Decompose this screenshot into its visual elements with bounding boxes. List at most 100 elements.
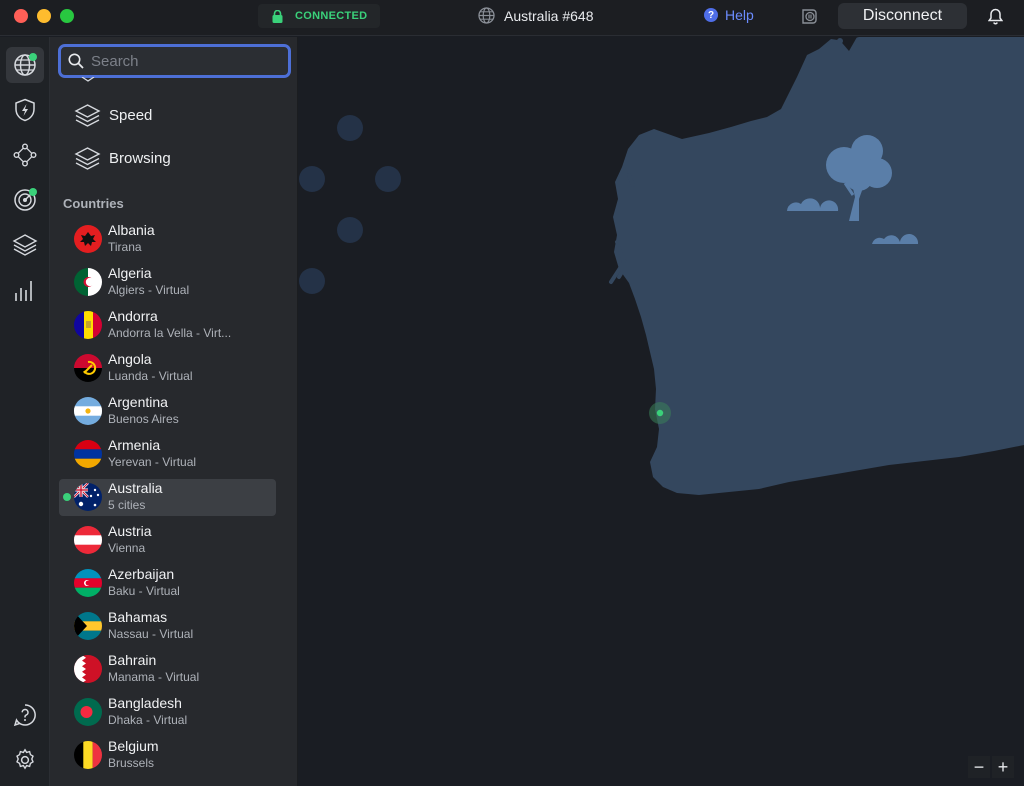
connected-server-pin[interactable] — [656, 409, 664, 417]
country-argentina[interactable]: Argentina Buenos Aires — [59, 393, 276, 430]
country-andorra[interactable]: Andorra Andorra la Vella - Virt... — [59, 307, 276, 344]
help-label: Help — [725, 7, 754, 23]
map-server-dot[interactable] — [375, 166, 401, 192]
lock-icon — [272, 9, 283, 23]
map-server-dot[interactable] — [337, 115, 363, 141]
category-browsing[interactable]: Browsing — [74, 146, 171, 171]
scrolled-item-icon — [81, 77, 95, 82]
question-circle-icon — [13, 704, 36, 727]
countries-section-title: Countries — [63, 196, 124, 211]
rail-statistics[interactable] — [6, 273, 44, 309]
country-subtitle: 5 cities — [108, 498, 146, 512]
map-canvas — [299, 37, 1024, 495]
country-bahamas[interactable]: Bahamas Nassau - Virtual — [59, 608, 276, 645]
zoom-controls: − + — [968, 756, 1014, 778]
country-azerbaijan[interactable]: Azerbaijan Baku - Virtual — [59, 565, 276, 602]
rail-vpn[interactable] — [6, 47, 44, 83]
map-server-dot[interactable] — [299, 166, 325, 192]
country-subtitle: Baku - Virtual — [108, 584, 180, 598]
rail-help[interactable] — [6, 697, 44, 733]
country-name: Andorra — [108, 308, 158, 324]
albania-flag-icon — [74, 225, 102, 253]
rail-threat-protection[interactable] — [6, 92, 44, 128]
country-belgium[interactable]: Belgium Brussels — [59, 737, 276, 774]
rail-specialty-servers[interactable] — [6, 227, 44, 263]
meshnet-icon — [13, 143, 37, 167]
connection-status-text: CONNECTED — [295, 10, 368, 22]
rail-dark-web-monitor[interactable] — [6, 182, 44, 218]
country-name: Bahamas — [108, 609, 168, 625]
country-australia[interactable]: Australia 5 cities — [59, 479, 276, 516]
algeria-flag-icon — [74, 268, 102, 296]
country-subtitle: Luanda - Virtual — [108, 369, 193, 383]
bahamas-flag-icon — [74, 612, 102, 640]
bar-chart-icon — [15, 281, 32, 301]
disconnect-button[interactable]: Disconnect — [838, 3, 967, 29]
armenia-flag-icon — [74, 440, 102, 468]
bahrain-flag-icon — [74, 655, 102, 683]
zoom-in-button[interactable]: + — [992, 756, 1014, 778]
map-server-dot[interactable] — [337, 217, 363, 243]
australia-flag-icon — [74, 483, 102, 511]
country-name: Armenia — [108, 437, 161, 453]
country-subtitle: Manama - Virtual — [108, 670, 200, 684]
country-subtitle: Yerevan - Virtual — [108, 455, 197, 469]
map-server-dot[interactable] — [299, 268, 325, 294]
layers-icon — [74, 147, 101, 170]
andorra-flag-icon — [74, 311, 102, 339]
country-subtitle: Buenos Aires — [108, 412, 179, 426]
country-austria[interactable]: Austria Vienna — [59, 522, 276, 559]
bangladesh-flag-icon — [74, 698, 102, 726]
window-minimize-button[interactable] — [37, 9, 51, 23]
country-name: Belgium — [108, 738, 159, 754]
country-name: Albania — [108, 222, 155, 238]
country-bangladesh[interactable]: Bangladesh Dhaka - Virtual — [59, 694, 276, 731]
argentina-flag-icon — [74, 397, 102, 425]
gear-icon — [16, 748, 34, 770]
country-name: Australia — [108, 480, 163, 496]
angola-flag-icon — [74, 354, 102, 382]
notifications-bell-icon[interactable] — [988, 8, 1003, 25]
shield-bolt-icon — [15, 98, 35, 122]
country-name: Argentina — [108, 394, 168, 410]
austria-flag-icon — [74, 526, 102, 554]
country-bahrain[interactable]: Bahrain Manama - Virtual — [59, 651, 276, 688]
layers-icon — [12, 234, 38, 256]
country-name: Algeria — [108, 265, 152, 281]
country-subtitle: Vienna — [108, 541, 146, 555]
globe-icon — [478, 7, 495, 24]
azerbaijan-flag-icon — [74, 569, 102, 597]
country-subtitle: Dhaka - Virtual — [108, 713, 188, 727]
title-bar: CONNECTED Australia #648 ? Help Disconne… — [0, 0, 1024, 36]
belgium-flag-icon — [74, 741, 102, 769]
connected-indicator — [63, 493, 71, 501]
help-link[interactable]: ? Help — [704, 7, 754, 23]
country-subtitle: Nassau - Virtual — [108, 627, 194, 641]
server-name: Australia #648 — [504, 7, 594, 24]
australia-landmass — [613, 37, 1024, 495]
country-albania[interactable]: Albania Tirana — [59, 221, 276, 258]
country-name: Bahrain — [108, 652, 157, 668]
category-label: Speed — [109, 107, 153, 124]
country-name: Azerbaijan — [108, 566, 175, 582]
navigation-rail — [0, 37, 50, 786]
window-close-button[interactable] — [14, 9, 28, 23]
category-speed[interactable]: Speed — [74, 103, 152, 128]
country-name: Angola — [108, 351, 152, 367]
search-box — [58, 44, 291, 78]
zoom-out-button[interactable]: − — [968, 756, 990, 778]
country-armenia[interactable]: Armenia Yerevan - Virtual — [59, 436, 276, 473]
country-algeria[interactable]: Algeria Algiers - Virtual — [59, 264, 276, 301]
search-icon — [68, 53, 84, 69]
rail-settings[interactable] — [6, 742, 44, 778]
country-name: Austria — [108, 523, 152, 539]
pause-connection-icon[interactable] — [800, 8, 819, 25]
search-input[interactable] — [91, 52, 271, 70]
window-maximize-button[interactable] — [60, 9, 74, 23]
category-label: Browsing — [109, 150, 171, 167]
country-angola[interactable]: Angola Luanda - Virtual — [59, 350, 276, 387]
current-server: Australia #648 — [478, 7, 594, 24]
world-map[interactable]: − + — [299, 37, 1024, 786]
rail-meshnet[interactable] — [6, 137, 44, 173]
country-subtitle: Brussels — [108, 756, 155, 770]
